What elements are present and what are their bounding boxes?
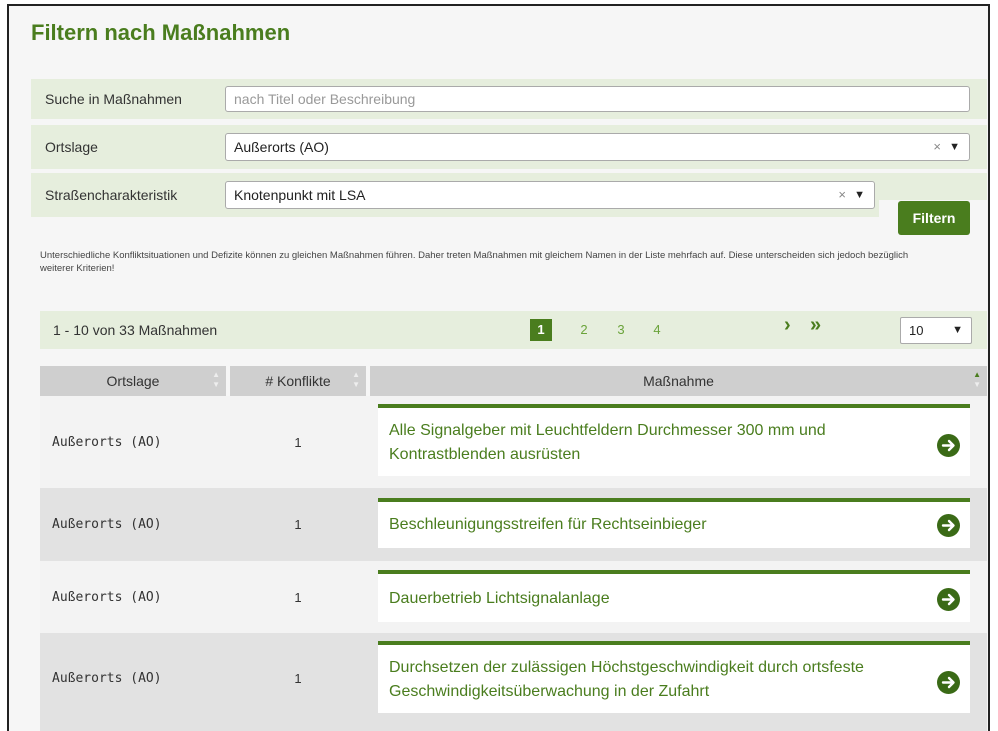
search-row: Suche in Maßnahmen [31, 79, 987, 119]
sort-icon: ▲ ▼ [352, 370, 360, 389]
ortslage-row: Ortslage Außerorts (AO) × ▼ [31, 125, 987, 169]
table-row: Außerorts (AO) 1 Durchsetzen der zulässi… [40, 633, 987, 731]
next-page-icon[interactable]: › [784, 314, 791, 337]
strasse-clear-icon[interactable]: × [838, 182, 846, 208]
massnahme-title[interactable]: Beschleunigungsstreifen für Rechtseinbie… [389, 513, 919, 537]
arrow-right-circle-icon[interactable] [937, 671, 960, 694]
page-link-2[interactable]: 2 [573, 319, 595, 341]
strasse-value: Knotenpunkt mit LSA [234, 187, 366, 203]
table-row: Außerorts (AO) 1 Alle Signalgeber mit Le… [40, 396, 987, 488]
arrow-right-circle-icon[interactable] [937, 588, 960, 611]
cell-ortslage: Außerorts (AO) [52, 589, 162, 605]
search-input[interactable] [225, 86, 970, 112]
page-title: Filtern nach Maßnahmen [31, 20, 291, 45]
per-page-value: 10 [909, 323, 924, 338]
cell-ortslage: Außerorts (AO) [52, 517, 162, 532]
last-page-icon[interactable]: » [810, 314, 821, 337]
pagination-bar: 1 - 10 von 33 Maßnahmen 1 2 3 4 › » 10 ▼ [40, 311, 987, 349]
arrow-right-circle-icon[interactable] [937, 434, 960, 457]
arrow-right-circle-icon[interactable] [937, 514, 960, 537]
hint-text: Unterschiedliche Konfliktsituationen und… [40, 250, 909, 274]
ortslage-value: Außerorts (AO) [234, 139, 329, 155]
per-page-select[interactable]: 10 ▼ [900, 317, 972, 344]
result-count: 1 - 10 von 33 Maßnahmen [53, 322, 218, 338]
table-row: Außerorts (AO) 1 Beschleunigungsstreifen… [40, 488, 987, 561]
per-page-chevron-down-icon: ▼ [952, 324, 963, 336]
cell-konflikte: 1 [294, 434, 302, 450]
massnahme-card[interactable]: Durchsetzen der zulässigen Höchstgeschwi… [378, 641, 970, 713]
page-link-3[interactable]: 3 [610, 319, 632, 341]
filter-button[interactable]: Filtern [898, 201, 970, 235]
page-link-1[interactable]: 1 [530, 319, 552, 341]
massnahme-card[interactable]: Beschleunigungsstreifen für Rechtseinbie… [378, 498, 970, 548]
cell-ortslage: Außerorts (AO) [52, 434, 162, 450]
strasse-row: Straßencharakteristik Knotenpunkt mit LS… [31, 173, 879, 217]
column-header-ortslage-label: Ortslage [106, 373, 160, 389]
massnahme-title[interactable]: Durchsetzen der zulässigen Höchstgeschwi… [389, 656, 919, 704]
strasse-row-tail [879, 173, 987, 200]
column-header-massnahme[interactable]: Maßnahme ▲ ▼ [370, 366, 987, 396]
cell-konflikte: 1 [294, 589, 302, 605]
column-header-konflikte[interactable]: # Konflikte ▲ ▼ [230, 366, 366, 396]
massnahme-title[interactable]: Alle Signalgeber mit Leuchtfeldern Durch… [389, 419, 919, 467]
ortslage-select[interactable]: Außerorts (AO) × ▼ [225, 133, 970, 161]
strasse-label: Straßencharakteristik [45, 187, 178, 203]
table-row: Außerorts (AO) 1 Dauerbetrieb Lichtsigna… [40, 561, 987, 633]
ortslage-clear-icon[interactable]: × [933, 134, 941, 160]
massnahme-title[interactable]: Dauerbetrieb Lichtsignalanlage [389, 587, 919, 611]
cell-ortslage: Außerorts (AO) [52, 670, 162, 686]
sort-icon: ▲ ▼ [212, 370, 220, 389]
search-label: Suche in Maßnahmen [45, 91, 182, 107]
cell-konflikte: 1 [294, 517, 302, 532]
massnahme-card[interactable]: Dauerbetrieb Lichtsignalanlage [378, 570, 970, 622]
strasse-select[interactable]: Knotenpunkt mit LSA × ▼ [225, 181, 875, 209]
massnahme-card[interactable]: Alle Signalgeber mit Leuchtfeldern Durch… [378, 404, 970, 476]
sort-asc-icon: ▲ ▼ [973, 370, 981, 389]
column-header-massnahme-label: Maßnahme [643, 373, 714, 389]
ortslage-label: Ortslage [45, 139, 98, 155]
strasse-chevron-down-icon[interactable]: ▼ [854, 182, 865, 208]
ortslage-chevron-down-icon[interactable]: ▼ [949, 134, 960, 160]
cell-konflikte: 1 [294, 670, 302, 686]
column-header-konflikte-label: # Konflikte [265, 373, 331, 389]
column-header-ortslage[interactable]: Ortslage ▲ ▼ [40, 366, 226, 396]
page-link-4[interactable]: 4 [646, 319, 668, 341]
